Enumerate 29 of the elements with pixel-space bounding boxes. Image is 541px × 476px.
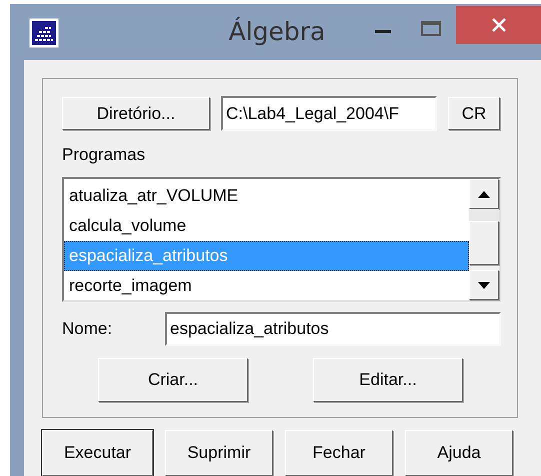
list-item[interactable]: calcula_volume [64,211,469,241]
scrollbar-track [469,209,499,221]
dialog-button[interactable]: Ajuda [405,430,513,476]
cr-button[interactable]: CR [448,97,500,130]
window-title: Álgebra [228,16,326,48]
directory-button[interactable]: Diretório... [62,97,210,130]
action-button[interactable]: Criar... [98,358,248,402]
scroll-down-button[interactable] [469,270,499,300]
scroll-up-button[interactable] [469,179,499,209]
scrollbar[interactable] [469,179,499,300]
dialog-button[interactable]: Executar [42,430,153,476]
down-arrow-icon [478,282,490,288]
maximize-icon[interactable] [421,20,441,36]
list-item[interactable]: recorte_imagem [64,271,469,301]
list-item[interactable]: atualiza_atr_VOLUME [64,181,469,211]
directory-field[interactable]: C:\Lab4_Legal_2004\F [221,96,437,131]
scroll-thumb[interactable] [469,221,499,265]
programs-list[interactable]: atualiza_atr_VOLUME calcula_volume espacializa_atributos recorte_imagem [62,177,501,302]
programs-label: Programas [62,144,146,166]
app-icon [29,18,59,48]
dialog-button[interactable]: Fechar [285,430,393,476]
action-button[interactable]: Editar... [313,358,463,402]
name-field[interactable]: espacializa_atributos [165,312,501,346]
close-button[interactable] [456,6,541,44]
name-label: Nome: [62,318,114,340]
dialog-button[interactable]: Suprimir [165,430,273,476]
minimize-icon[interactable] [375,30,391,34]
up-arrow-icon [478,190,490,198]
close-icon [490,17,506,33]
